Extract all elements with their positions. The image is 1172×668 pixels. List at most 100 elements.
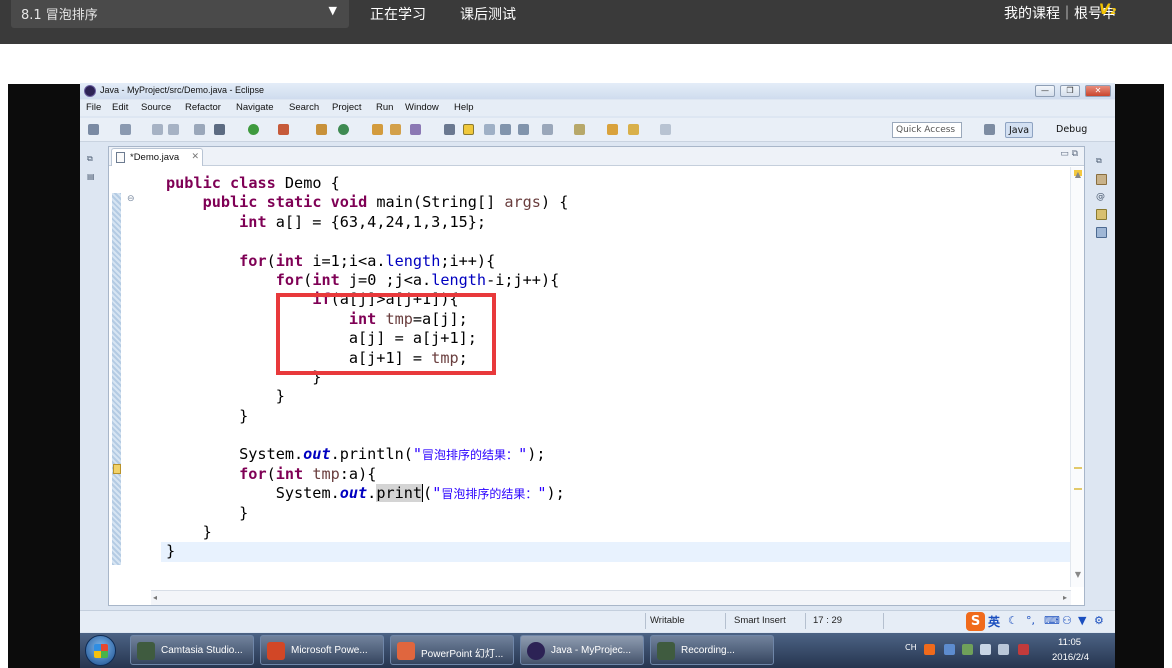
javadoc-icon[interactable]: @ <box>1096 192 1107 203</box>
declaration-icon[interactable] <box>1096 209 1107 220</box>
menu-edit[interactable]: Edit <box>112 102 128 113</box>
menu-source[interactable]: Source <box>141 102 171 113</box>
start-button[interactable] <box>85 635 116 666</box>
task-recording[interactable]: Recording... <box>650 635 774 665</box>
task-powerpoint-2[interactable]: PowerPoint 幻灯... <box>390 635 514 665</box>
input-language[interactable]: CH <box>905 643 917 652</box>
warning-marker-icon[interactable] <box>113 464 121 474</box>
course-chapter-select[interactable]: 8.1 冒泡排序 ▼ <box>11 0 349 28</box>
debug-icon[interactable] <box>214 124 225 135</box>
last-edit-icon[interactable] <box>607 124 618 135</box>
speaker-icon[interactable] <box>998 644 1009 655</box>
code-line-1: public class Demo { <box>166 174 340 192</box>
save-icon[interactable] <box>152 124 163 135</box>
ruler-occurrence-mark[interactable] <box>1074 467 1082 469</box>
scroll-down-icon[interactable]: ▼ <box>1075 570 1081 579</box>
ime-punct-icon[interactable]: °, <box>1026 614 1035 627</box>
horizontal-scrollbar[interactable]: ◂ ▸ <box>151 590 1071 605</box>
toggle-breadcrumb-icon[interactable] <box>463 124 474 135</box>
tab-label: *Demo.java <box>130 152 180 163</box>
sogou-logo[interactable]: S <box>966 612 985 631</box>
package-explorer-icon[interactable]: ▤ <box>87 172 98 183</box>
ime-toolbar[interactable]: S 英 ☾ °, ⌨ ⚇ ▼ ⚙ <box>966 611 1114 632</box>
ime-keyboard-icon[interactable]: ⌨ <box>1044 614 1060 627</box>
toggle-mark-icon[interactable] <box>444 124 455 135</box>
new-icon[interactable] <box>88 124 99 135</box>
menu-file[interactable]: File <box>86 102 101 113</box>
security-icon[interactable] <box>962 644 973 655</box>
search-icon[interactable] <box>410 124 421 135</box>
ime-shirt-icon[interactable]: ▼ <box>1078 614 1086 627</box>
sogou-tray-icon[interactable] <box>924 644 935 655</box>
restore-view-icon[interactable]: ⧉ <box>1096 156 1107 167</box>
scroll-right-icon[interactable]: ▸ <box>1063 593 1067 602</box>
outline-icon[interactable] <box>1096 174 1107 185</box>
tab-demo-java[interactable]: *Demo.java ✕ <box>111 148 203 166</box>
clock-time[interactable]: 11:05 <box>1058 637 1081 648</box>
console-icon[interactable] <box>1096 227 1107 238</box>
code-line-19: } <box>166 523 212 542</box>
tab-quiz[interactable]: 课后测试 <box>460 4 516 24</box>
volume-icon[interactable] <box>980 644 991 655</box>
block-selection-icon[interactable] <box>500 124 511 135</box>
restore-view-icon[interactable]: ⧉ <box>87 154 98 165</box>
menu-refactor[interactable]: Refactor <box>185 102 221 113</box>
run-icon[interactable] <box>248 124 259 135</box>
external-tools-icon[interactable] <box>278 124 289 135</box>
perspective-java[interactable]: Java <box>1005 122 1034 138</box>
menu-project[interactable]: Project <box>332 102 362 113</box>
forward-icon[interactable] <box>660 124 671 135</box>
next-annotation-icon[interactable] <box>542 124 553 135</box>
restore-button[interactable]: ❐ <box>1060 85 1080 97</box>
minimize-button[interactable]: — <box>1035 85 1055 97</box>
previous-annotation-icon[interactable] <box>574 124 585 135</box>
open-icon[interactable] <box>120 124 131 135</box>
tab-learning[interactable]: 正在学习 <box>370 4 426 24</box>
java-file-icon <box>116 152 125 163</box>
record-icon[interactable] <box>1018 644 1029 655</box>
close-tab-icon[interactable]: ✕ <box>191 151 199 162</box>
quick-access-input[interactable]: Quick Access <box>892 122 962 138</box>
task-eclipse[interactable]: Java - MyProjec... <box>520 635 644 665</box>
network-icon[interactable] <box>944 644 955 655</box>
code-editor: *Demo.java ✕ ▭ ⧉ ⊖ public class Demo { p… <box>108 146 1085 606</box>
menu-help[interactable]: Help <box>454 102 474 113</box>
save-all-icon[interactable] <box>168 124 179 135</box>
code-line-6: for(int j=0 ;j<a.length-i;j++){ <box>275 270 560 289</box>
menu-navigate[interactable]: Navigate <box>236 102 274 113</box>
ime-settings-icon[interactable]: ⚙ <box>1094 614 1104 627</box>
word-wrap-icon[interactable] <box>484 124 495 135</box>
editor-minimize-maximize[interactable]: ▭ ⧉ <box>1060 149 1078 159</box>
ime-people-icon[interactable]: ⚇ <box>1062 614 1072 627</box>
code-line-16: for(int tmp:a){ <box>239 464 377 483</box>
window-title: Java - MyProject/src/Demo.java - Eclipse <box>100 85 265 95</box>
menu-search[interactable]: Search <box>289 102 319 113</box>
code-line-20: } <box>166 542 176 561</box>
scroll-left-icon[interactable]: ◂ <box>153 593 157 602</box>
task-powerpoint-1[interactable]: Microsoft Powe... <box>260 635 384 665</box>
task-camtasia[interactable]: Camtasia Studio... <box>130 635 254 665</box>
new-class-icon[interactable] <box>338 124 349 135</box>
close-button[interactable]: ✕ <box>1085 85 1111 97</box>
open-perspective-icon[interactable] <box>984 124 995 135</box>
open-type-icon[interactable] <box>372 124 383 135</box>
overview-ruler[interactable]: ▲ ▼ <box>1070 167 1084 587</box>
new-java-project-icon[interactable] <box>316 124 327 135</box>
scroll-up-icon[interactable]: ▲ <box>1075 170 1081 179</box>
show-whitespace-icon[interactable] <box>518 124 529 135</box>
back-icon[interactable] <box>628 124 639 135</box>
menu-run[interactable]: Run <box>376 102 393 113</box>
skip-breakpoints-icon[interactable] <box>194 124 205 135</box>
open-task-icon[interactable] <box>390 124 401 135</box>
ime-mode-toggle[interactable]: 英 <box>988 613 1000 630</box>
ruler-occurrence-mark[interactable] <box>1074 488 1082 490</box>
course-topbar: 8.1 冒泡排序 ▼ 正在学习 课后测试 我的课程｜根号申 V₂ <box>0 0 1172 44</box>
left-trim-bar: ⧉ ▤ <box>83 146 103 194</box>
code-line-13: } <box>166 406 249 425</box>
fold-toggle-icon[interactable]: ⊖ <box>127 194 135 204</box>
perspective-debug[interactable]: Debug <box>1053 122 1090 138</box>
menu-window[interactable]: Window <box>405 102 439 113</box>
ime-moon-icon[interactable]: ☾ <box>1008 614 1018 627</box>
clock-date[interactable]: 2016/2/4 <box>1052 652 1089 663</box>
